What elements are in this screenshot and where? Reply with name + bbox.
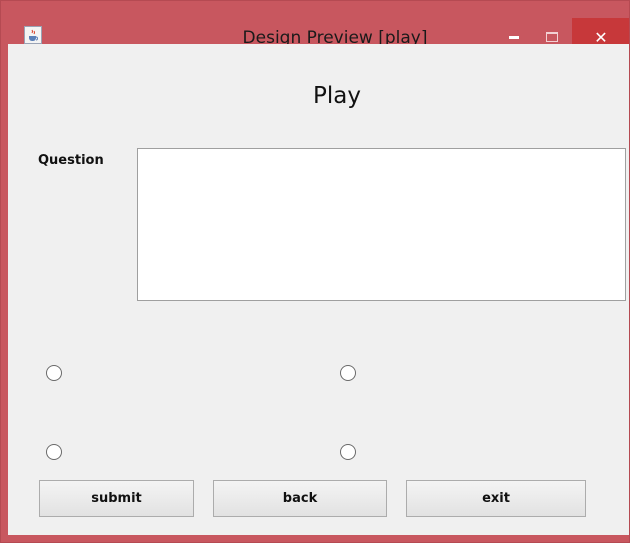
back-button[interactable]: back — [213, 480, 387, 517]
app-window: Design Preview [play] ✕ Play Question su… — [0, 0, 630, 543]
minimize-icon — [509, 35, 519, 39]
option-radio-3[interactable] — [46, 444, 62, 460]
title-bar[interactable]: Design Preview [play] ✕ — [0, 0, 630, 56]
maximize-icon — [546, 32, 558, 42]
submit-button[interactable]: submit — [39, 480, 194, 517]
option-radio-1[interactable] — [46, 365, 62, 381]
option-radio-4[interactable] — [340, 444, 356, 460]
question-textarea[interactable] — [137, 148, 626, 301]
page-title: Play — [313, 83, 361, 109]
content-panel: Play Question submit back exit — [8, 44, 630, 535]
option-radio-2[interactable] — [340, 365, 356, 381]
exit-button[interactable]: exit — [406, 480, 586, 517]
question-label: Question — [38, 153, 104, 168]
